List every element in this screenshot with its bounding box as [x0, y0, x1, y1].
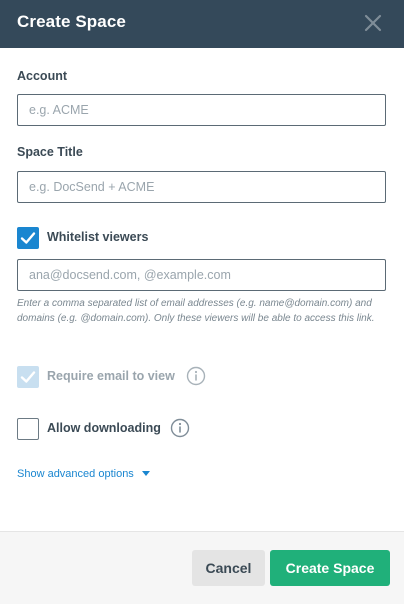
whitelist-help-text: Enter a comma separated list of email ad… — [17, 298, 375, 324]
account-input[interactable] — [17, 94, 386, 126]
account-label: Account — [17, 69, 67, 83]
whitelist-label: Whitelist viewers — [47, 230, 149, 244]
modal-title: Create Space — [17, 12, 126, 31]
close-button[interactable] — [360, 10, 386, 36]
close-icon — [364, 14, 382, 32]
checkmark-icon — [20, 232, 36, 244]
create-space-button[interactable]: Create Space — [270, 550, 390, 586]
info-icon[interactable] — [170, 418, 190, 438]
require-email-checkbox[interactable] — [17, 366, 39, 388]
space-title-label: Space Title — [17, 145, 83, 159]
info-icon[interactable] — [186, 366, 206, 386]
allow-downloading-checkbox[interactable] — [17, 418, 39, 440]
whitelist-emails-input[interactable] — [17, 259, 386, 291]
whitelist-checkbox[interactable] — [17, 227, 39, 249]
show-advanced-options-link[interactable]: Show advanced options — [17, 468, 134, 480]
modal-header: Create Space — [0, 0, 404, 48]
caret-down-icon[interactable] — [142, 471, 150, 476]
checkmark-icon — [20, 371, 36, 383]
allow-downloading-label: Allow downloading — [47, 421, 161, 435]
cancel-button[interactable]: Cancel — [192, 550, 265, 586]
require-email-label: Require email to view — [47, 369, 175, 383]
space-title-input[interactable] — [17, 171, 386, 203]
